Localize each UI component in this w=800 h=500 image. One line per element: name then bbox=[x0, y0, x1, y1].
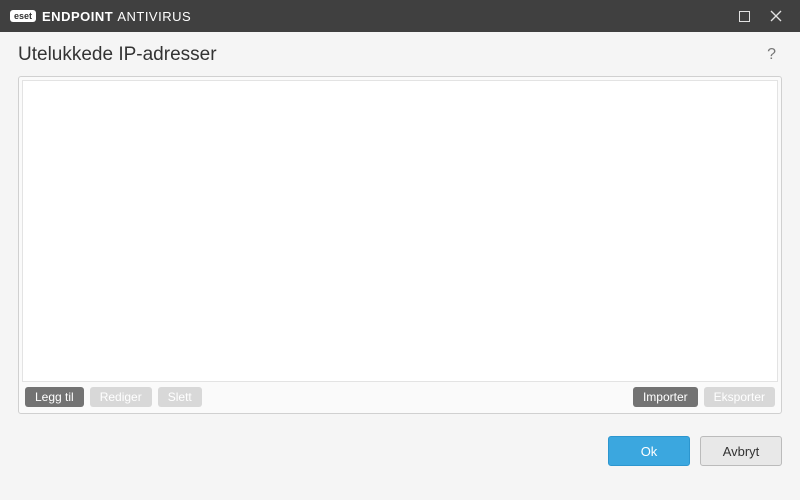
help-button[interactable]: ? bbox=[761, 44, 782, 66]
dialog-footer: Ok Avbryt bbox=[0, 414, 800, 484]
ip-listbox[interactable] bbox=[22, 80, 778, 382]
brand-badge: eset bbox=[10, 10, 36, 22]
import-button[interactable]: Importer bbox=[633, 387, 698, 407]
app-brand: eset ENDPOINT ANTIVIRUS bbox=[10, 9, 191, 24]
edit-button[interactable]: Rediger bbox=[90, 387, 152, 407]
brand-text: ENDPOINT ANTIVIRUS bbox=[42, 9, 191, 24]
add-button[interactable]: Legg til bbox=[25, 387, 84, 407]
ip-list-panel: Legg til Rediger Slett Importer Eksporte… bbox=[18, 76, 782, 414]
page-header: Utelukkede IP-adresser ? bbox=[18, 44, 782, 66]
page-title: Utelukkede IP-adresser bbox=[18, 44, 217, 66]
panel-toolbar: Legg til Rediger Slett Importer Eksporte… bbox=[22, 382, 778, 410]
close-icon bbox=[770, 10, 782, 22]
close-button[interactable] bbox=[760, 0, 792, 32]
content-area: Utelukkede IP-adresser ? Legg til Redige… bbox=[0, 32, 800, 414]
titlebar: eset ENDPOINT ANTIVIRUS bbox=[0, 0, 800, 32]
ok-button[interactable]: Ok bbox=[608, 436, 690, 466]
maximize-icon bbox=[739, 11, 750, 22]
export-button[interactable]: Eksporter bbox=[704, 387, 775, 407]
maximize-button[interactable] bbox=[728, 0, 760, 32]
delete-button[interactable]: Slett bbox=[158, 387, 202, 407]
cancel-button[interactable]: Avbryt bbox=[700, 436, 782, 466]
